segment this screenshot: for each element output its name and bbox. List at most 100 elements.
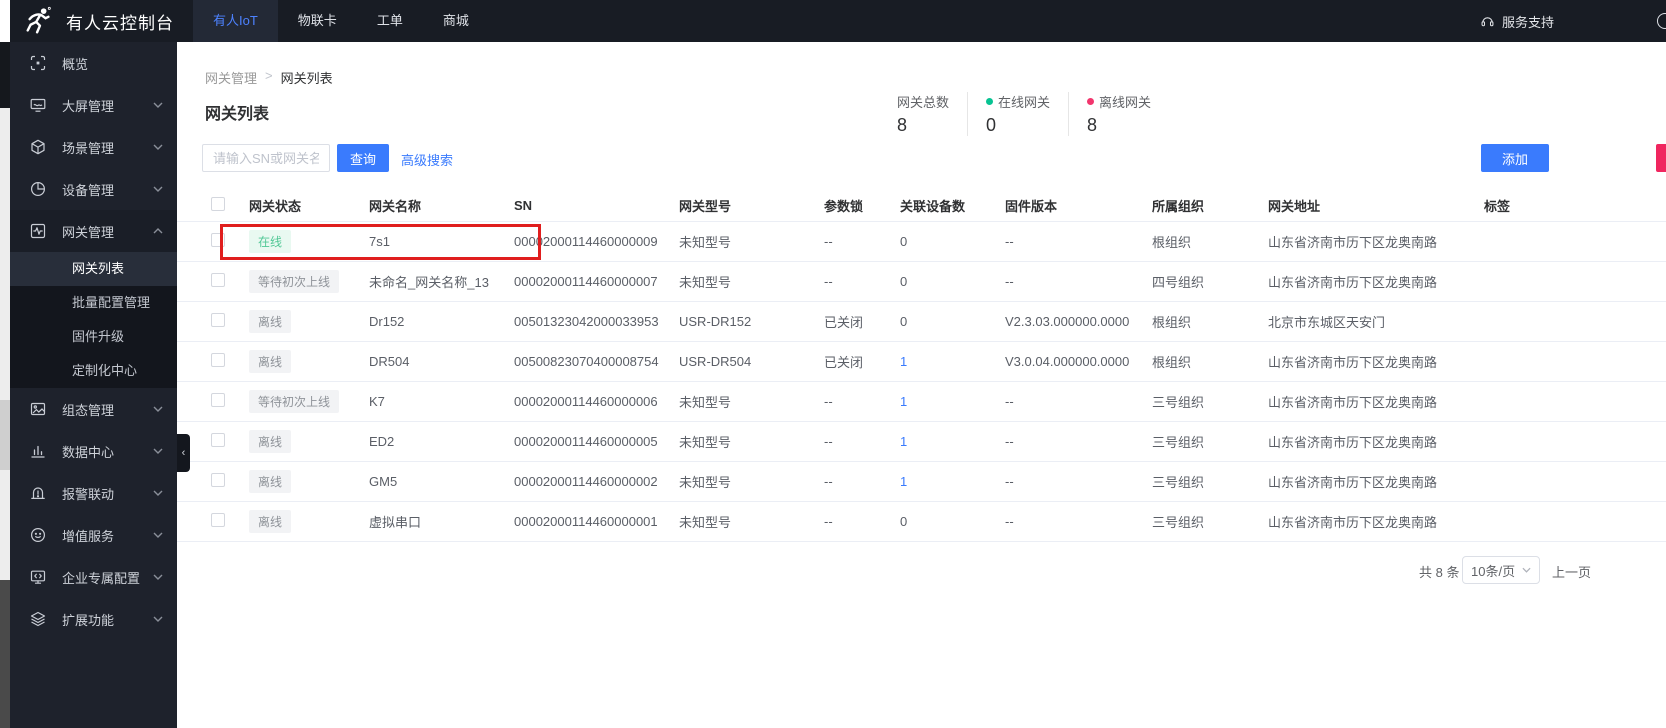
- linked-devices-count[interactable]: 1: [900, 354, 907, 369]
- clipped-pink-button[interactable]: [1656, 144, 1666, 172]
- gateway-name[interactable]: 虚拟串口: [369, 512, 514, 531]
- select-all-checkbox[interactable]: [211, 197, 225, 211]
- offline-dot-icon: [1087, 98, 1095, 105]
- pagination: 共 8 条 10条/页 上一页: [177, 556, 1666, 584]
- gateway-stats: 网关总数 8 在线网关 0 离线网关 8: [897, 92, 1169, 136]
- row-checkbox[interactable]: [211, 313, 225, 327]
- gateway-name[interactable]: GM5: [369, 474, 514, 489]
- sidebar-item-row[interactable]: 场景管理: [10, 126, 177, 168]
- sidebar-item-row[interactable]: 大屏管理: [10, 84, 177, 126]
- sidebar-item: 设备管理: [10, 168, 177, 210]
- row-checkbox[interactable]: [211, 393, 225, 407]
- status-badge: 离线: [249, 470, 292, 493]
- gateway-name[interactable]: Dr152: [369, 314, 514, 329]
- sidebar-item: 网关管理 网关列表 批量配置管理 固件升级 定制化中心: [10, 210, 177, 388]
- sidebar-subitem[interactable]: 固件升级: [10, 320, 177, 354]
- sidebar-item-row[interactable]: 组态管理: [10, 388, 177, 430]
- organization: 四号组织: [1152, 275, 1205, 290]
- sidebar-item-row[interactable]: 数据中心: [10, 430, 177, 472]
- breadcrumb: 网关管理 > 网关列表: [205, 68, 333, 87]
- gateway-address: 山东省济南市历下区龙奥南路: [1268, 435, 1438, 450]
- sidebar-item-row[interactable]: 企业专属配置: [10, 556, 177, 598]
- sidebar-item-icon: [30, 611, 46, 627]
- page-title: 网关列表: [205, 106, 270, 123]
- linked-devices-count[interactable]: 1: [900, 434, 907, 449]
- gateway-name[interactable]: 未命名_网关名称_13: [369, 272, 514, 291]
- table-row[interactable]: 离线 Dr152 00501323042000033953 USR-DR152 …: [177, 302, 1666, 342]
- param-lock-status: --: [824, 274, 833, 289]
- table-row[interactable]: 离线 ED2 00002000114460000005 未知型号 -- 1 --…: [177, 422, 1666, 462]
- chevron-up-icon: [153, 228, 163, 234]
- advanced-search-link[interactable]: 高级搜索: [401, 150, 453, 169]
- sidebar-item: 概览: [10, 42, 177, 84]
- header-linked-devices: 关联设备数: [900, 199, 966, 214]
- gateway-address: 山东省济南市历下区龙奥南路: [1268, 275, 1438, 290]
- top-tab-ticket[interactable]: 工单: [357, 0, 423, 42]
- breadcrumb-current: 网关列表: [280, 71, 333, 86]
- gateway-model: 未知型号: [679, 515, 732, 530]
- sidebar-subitem[interactable]: 批量配置管理: [10, 286, 177, 320]
- table-row[interactable]: 离线 DR504 00500823070400008754 USR-DR504 …: [177, 342, 1666, 382]
- sidebar-item-label: 企业专属配置: [62, 570, 141, 586]
- linked-devices-count[interactable]: 1: [900, 474, 907, 489]
- table-body: 在线 7s1 00002000114460000009 未知型号 -- 0 --…: [177, 222, 1666, 542]
- gateway-name[interactable]: K7: [369, 394, 514, 409]
- gateway-address: 山东省济南市历下区龙奥南路: [1268, 515, 1438, 530]
- organization: 三号组织: [1152, 435, 1205, 450]
- gateway-address: 山东省济南市历下区龙奥南路: [1268, 395, 1438, 410]
- linked-devices-count[interactable]: 1: [900, 394, 907, 409]
- collapse-chevron-icon: ‹: [181, 447, 186, 459]
- sidebar-item-row[interactable]: 增值服务: [10, 514, 177, 556]
- query-button[interactable]: 查询: [337, 144, 389, 172]
- sidebar-collapse-handle[interactable]: ‹: [177, 434, 190, 472]
- row-checkbox[interactable]: [211, 473, 225, 487]
- sidebar-item-icon: [30, 401, 46, 417]
- table-row[interactable]: 离线 虚拟串口 00002000114460000001 未知型号 -- 0 -…: [177, 502, 1666, 542]
- sidebar-item-row[interactable]: 概览: [10, 42, 177, 84]
- top-tab-iot[interactable]: 有人IoT: [193, 0, 278, 42]
- row-checkbox[interactable]: [211, 273, 225, 287]
- breadcrumb-parent[interactable]: 网关管理: [205, 68, 257, 87]
- row-checkbox[interactable]: [211, 233, 225, 247]
- sidebar-item-label: 网关管理: [62, 224, 115, 240]
- prev-page-button[interactable]: 上一页: [1552, 562, 1591, 581]
- clipped-edge-icon[interactable]: [1657, 13, 1666, 29]
- gateway-address: 山东省济南市历下区龙奥南路: [1268, 475, 1438, 490]
- organization: 根组织: [1152, 355, 1192, 370]
- app-logo[interactable]: 有人云控制台: [10, 6, 185, 36]
- row-checkbox[interactable]: [211, 513, 225, 527]
- table-row[interactable]: 离线 GM5 00002000114460000002 未知型号 -- 1 --…: [177, 462, 1666, 502]
- sidebar-item: 企业专属配置: [10, 556, 177, 598]
- sidebar-item-row[interactable]: 设备管理: [10, 168, 177, 210]
- sidebar-item-icon: [30, 139, 46, 155]
- gateway-sn: 00002000114460000002: [514, 474, 658, 489]
- status-badge: 在线: [249, 230, 292, 253]
- top-tab-mall[interactable]: 商城: [423, 0, 489, 42]
- gateway-name[interactable]: ED2: [369, 434, 514, 449]
- sidebar-item-row[interactable]: 网关管理: [10, 210, 177, 252]
- sidebar-item-label: 扩展功能: [62, 612, 115, 628]
- row-checkbox[interactable]: [211, 433, 225, 447]
- table-row[interactable]: 在线 7s1 00002000114460000009 未知型号 -- 0 --…: [177, 222, 1666, 262]
- sidebar-item-row[interactable]: 扩展功能: [10, 598, 177, 640]
- sidebar: 概览 大屏管理 场景管理 设备管理 网关管理 网关列表 批量配置管理 固件升级 …: [10, 42, 177, 728]
- stat-offline-label: 离线网关: [1099, 95, 1152, 110]
- add-button[interactable]: 添加: [1481, 144, 1549, 172]
- sidebar-subitem[interactable]: 网关列表: [10, 252, 177, 286]
- support-menu[interactable]: 服务支持: [1480, 12, 1666, 31]
- top-tab-sim[interactable]: 物联卡: [278, 0, 357, 42]
- stat-online-value: 0: [986, 115, 997, 135]
- sidebar-subitem[interactable]: 定制化中心: [10, 354, 177, 388]
- search-input[interactable]: [202, 144, 330, 172]
- gateway-name[interactable]: 7s1: [369, 234, 514, 249]
- page-size-select[interactable]: 10条/页: [1462, 556, 1540, 584]
- sidebar-item-row[interactable]: 报警联动: [10, 472, 177, 514]
- table-row[interactable]: 等待初次上线 K7 00002000114460000006 未知型号 -- 1…: [177, 382, 1666, 422]
- firmware-version: --: [1005, 514, 1014, 529]
- support-label: 服务支持: [1501, 14, 1554, 30]
- header-tag: 标签: [1484, 199, 1511, 214]
- row-checkbox[interactable]: [211, 353, 225, 367]
- app-title: 有人云控制台: [66, 13, 174, 33]
- gateway-name[interactable]: DR504: [369, 354, 514, 369]
- table-row[interactable]: 等待初次上线 未命名_网关名称_13 00002000114460000007 …: [177, 262, 1666, 302]
